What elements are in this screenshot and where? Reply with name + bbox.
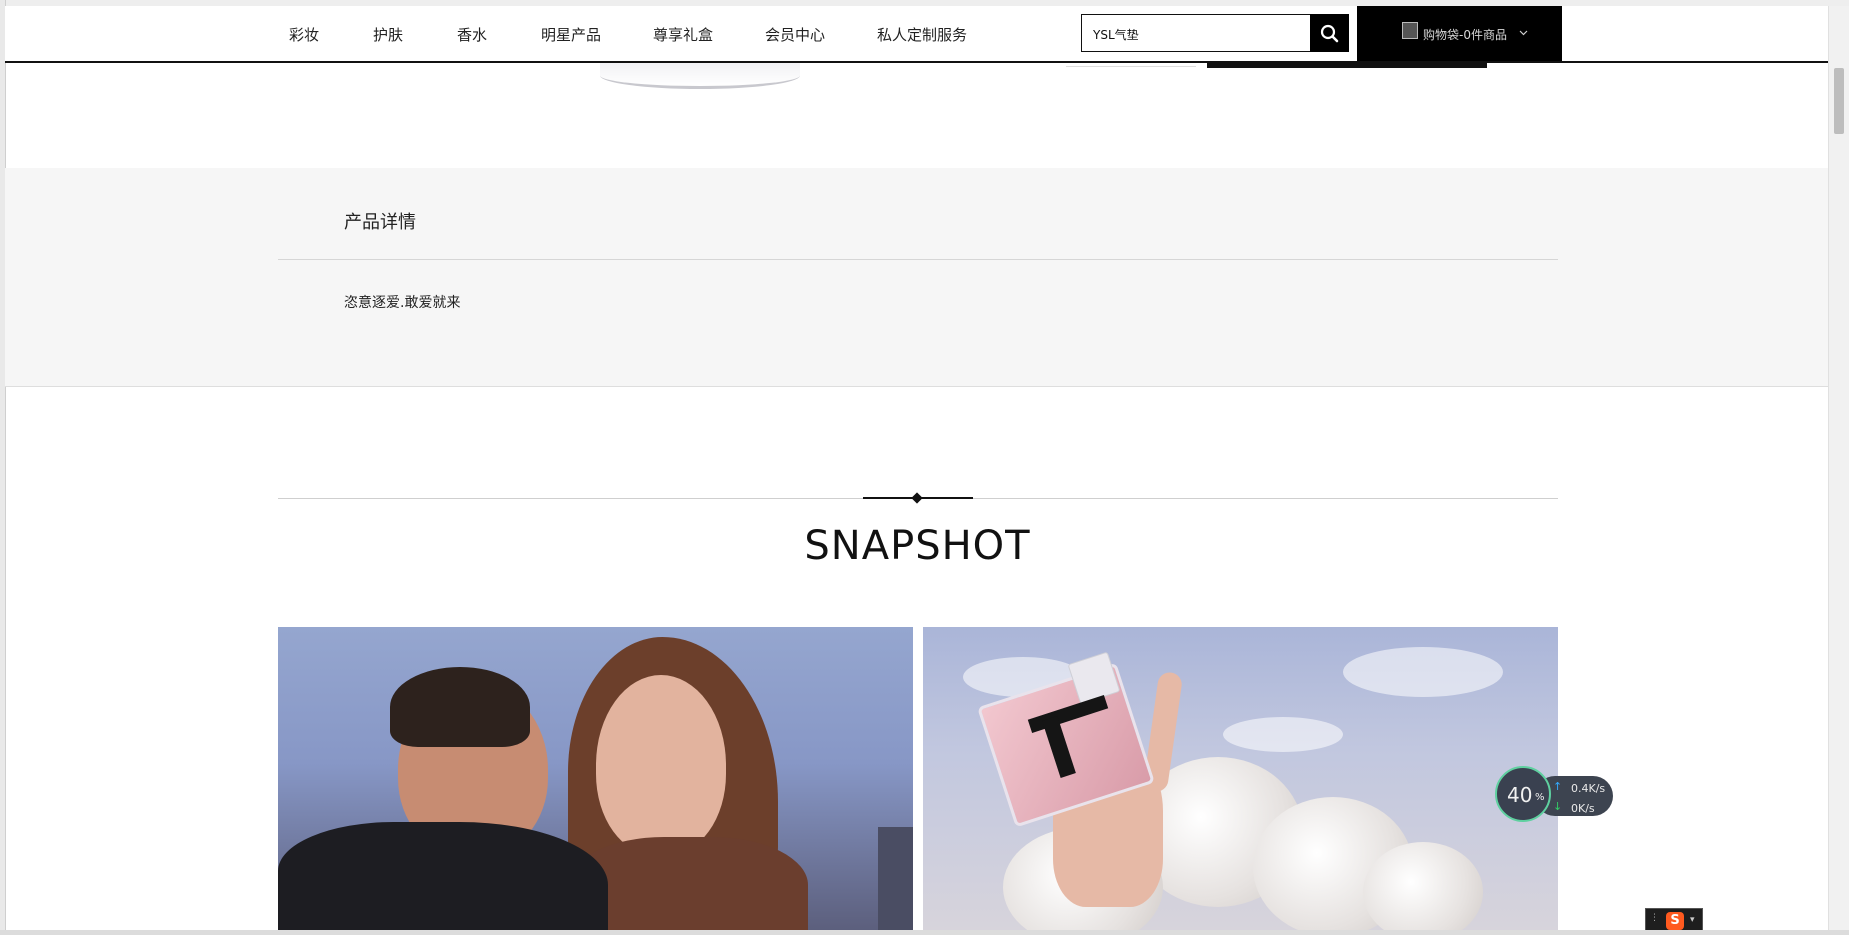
download-arrow-icon: ↓ — [1553, 800, 1563, 813]
perfume-bottle-image — [600, 62, 800, 89]
download-speed: 0K/s — [1571, 802, 1595, 815]
snapshot-photo-couple[interactable] — [278, 627, 913, 930]
snapshot-photo-perfume[interactable] — [923, 627, 1558, 930]
peony-flower — [1363, 842, 1483, 930]
shopping-bag-button[interactable]: 购物袋-0件商品 — [1357, 6, 1562, 61]
nav-item-skincare[interactable]: 护肤 — [373, 24, 403, 45]
top-navbar: 彩妆 护肤 香水 明星产品 尊享礼盒 会员中心 私人定制服务 YSL气垫 购物袋… — [5, 6, 1829, 63]
shopping-bag-icon — [1402, 22, 1418, 39]
nav-item-member-center[interactable]: 会员中心 — [765, 24, 825, 45]
memory-usage-value: 40 — [1507, 783, 1533, 807]
snapshot-title: SNAPSHOT — [804, 523, 1031, 569]
memory-usage-circle: 40 % — [1495, 766, 1551, 822]
network-speed-widget[interactable]: 40 % ↑ 0.4K/s ↓ 0K/s — [1495, 766, 1613, 826]
product-description: 恣意逐爱.敢爱就来 — [344, 295, 461, 311]
cloud — [1223, 717, 1343, 752]
nav-item-gift-box[interactable]: 尊享礼盒 — [653, 24, 713, 45]
divider — [278, 259, 1558, 260]
vertical-scrollbar[interactable] — [1828, 6, 1849, 930]
upload-speed: 0.4K/s — [1571, 782, 1606, 795]
chevron-down-icon — [1519, 30, 1528, 36]
man-jacket — [278, 822, 608, 930]
search-button[interactable] — [1310, 14, 1349, 52]
woman-face — [596, 675, 726, 855]
search-input[interactable]: YSL气垫 — [1081, 14, 1311, 52]
browser-bottom-edge — [0, 930, 1849, 935]
product-detail-section: 产品详情 恣意逐爱.敢爱就来 — [5, 168, 1829, 387]
browser-left-edge — [0, 0, 6, 935]
search-input-value: YSL气垫 — [1093, 28, 1139, 42]
scrollbar-thumb[interactable] — [1834, 68, 1844, 134]
man-hair — [390, 667, 530, 747]
upload-arrow-icon: ↑ — [1553, 780, 1563, 793]
grip-icon: ⋮ — [1650, 913, 1659, 923]
ime-menu-icon[interactable]: ▾ — [1690, 915, 1695, 925]
diamond-icon — [911, 492, 923, 504]
nav-item-fragrance[interactable]: 香水 — [457, 24, 487, 45]
memory-usage-unit: % — [1535, 792, 1545, 803]
background-building — [878, 827, 913, 930]
nav-item-star-products[interactable]: 明星产品 — [541, 24, 601, 45]
product-detail-title: 产品详情 — [344, 212, 416, 233]
sogou-ime-icon: S — [1666, 912, 1684, 930]
nav-item-custom-service[interactable]: 私人定制服务 — [877, 24, 967, 45]
cloud — [1343, 647, 1503, 697]
search-icon — [1320, 24, 1339, 43]
nav-item-makeup[interactable]: 彩妆 — [289, 24, 319, 45]
shopping-bag-label: 购物袋-0件商品 — [1423, 28, 1507, 42]
